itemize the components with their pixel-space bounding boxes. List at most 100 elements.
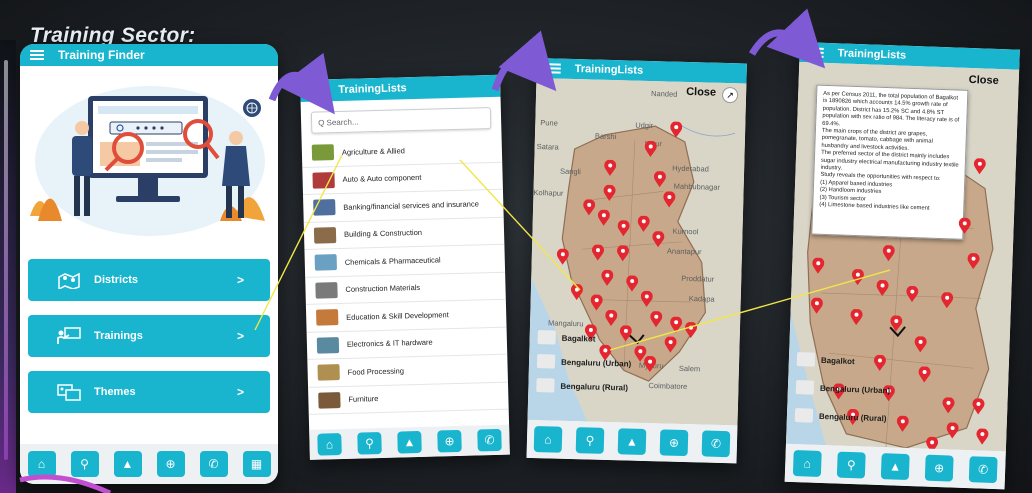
- hamburger-menu-icon[interactable]: [546, 63, 561, 74]
- map-pin-icon[interactable]: [906, 285, 919, 303]
- map-pin-icon[interactable]: [914, 336, 927, 353]
- map-pin-icon[interactable]: [619, 325, 632, 342]
- category-thumbnail-icon: [315, 281, 338, 299]
- map-pin-icon[interactable]: [597, 209, 610, 226]
- grid-icon[interactable]: ▦: [242, 451, 271, 477]
- district-row-bagalkot[interactable]: Bagalkot: [537, 330, 596, 346]
- map-pin-icon[interactable]: [670, 121, 683, 138]
- map-pin-icon[interactable]: [851, 268, 865, 286]
- map-place-label: Kurnool: [672, 226, 699, 237]
- map-pin-icon[interactable]: [684, 321, 697, 339]
- hamburger-menu-icon[interactable]: [809, 47, 824, 58]
- map-pin-icon[interactable]: [583, 199, 596, 216]
- map-pin-icon[interactable]: [616, 245, 629, 262]
- search-icon[interactable]: ⚲: [70, 451, 99, 477]
- search-input[interactable]: Q Search...: [310, 107, 492, 134]
- globe-icon[interactable]: ⊕: [156, 451, 185, 477]
- category-label: Agriculture & Allied: [341, 146, 405, 157]
- map-pin-icon[interactable]: [876, 279, 889, 297]
- map-pin-icon[interactable]: [650, 311, 663, 328]
- category-label: Chemicals & Pharmaceutical: [344, 255, 441, 267]
- map-pin-icon[interactable]: [941, 292, 954, 309]
- category-thumbnail-icon: [311, 144, 335, 161]
- map-pin-icon[interactable]: [942, 397, 955, 414]
- phone-icon[interactable]: ✆: [477, 428, 502, 452]
- district-row-bengaluru-rural[interactable]: Bengaluru (Rural): [536, 378, 628, 394]
- map-pin-icon[interactable]: [882, 245, 895, 262]
- map-pin-icon[interactable]: [644, 140, 657, 158]
- district-row-bagalkot[interactable]: Bagalkot: [796, 352, 855, 368]
- map-pin-icon[interactable]: [591, 244, 604, 261]
- map-pin-icon[interactable]: [556, 248, 569, 265]
- close-button[interactable]: Close: [969, 74, 999, 87]
- search-icon[interactable]: ⚲: [836, 451, 866, 479]
- map-place-label: Coimbatore: [648, 381, 688, 392]
- trainings-button[interactable]: Trainings >: [28, 315, 270, 357]
- bottom-nav-bar: ⌂ ⚲ ▲ ⊕ ✆: [309, 424, 510, 460]
- map-pin-icon[interactable]: [873, 354, 887, 371]
- map-pin-icon[interactable]: [664, 336, 677, 353]
- category-label: Furniture: [348, 394, 379, 405]
- map-pin-icon[interactable]: [850, 308, 863, 326]
- map-pin-icon[interactable]: [653, 171, 666, 188]
- map-pin-icon[interactable]: [590, 294, 603, 311]
- map-pin-icon[interactable]: [644, 355, 657, 373]
- search-icon[interactable]: ⚲: [357, 431, 382, 455]
- map-pin-icon[interactable]: [918, 366, 931, 383]
- map-pin-icon[interactable]: [663, 191, 676, 208]
- globe-icon[interactable]: ⊕: [924, 454, 954, 482]
- map-pin-icon[interactable]: [617, 220, 630, 237]
- category-thumbnail-icon: [312, 171, 335, 189]
- map-pin-icon[interactable]: [605, 309, 618, 327]
- person-icon[interactable]: ▲: [880, 453, 910, 481]
- home-icon[interactable]: ⌂: [533, 426, 563, 453]
- districts-button[interactable]: Districts >: [28, 259, 270, 301]
- themes-button[interactable]: Themes >: [28, 371, 270, 413]
- map-pin-icon[interactable]: [652, 231, 665, 248]
- map-pin-icon[interactable]: [670, 316, 683, 333]
- map-pin-icon[interactable]: [604, 159, 617, 176]
- map-pin-icon[interactable]: [972, 398, 985, 415]
- map-pin-icon[interactable]: [570, 283, 583, 301]
- person-icon[interactable]: ▲: [397, 430, 422, 454]
- district-map[interactable]: Close As per Census 2011, the total popu…: [785, 61, 1020, 452]
- category-item[interactable]: Furniture: [308, 382, 509, 415]
- map-pin-icon[interactable]: [626, 275, 639, 292]
- home-icon[interactable]: ⌂: [27, 451, 56, 477]
- map-pin-icon[interactable]: [637, 215, 650, 232]
- hamburger-menu-icon[interactable]: [30, 50, 44, 60]
- phone-icon[interactable]: ✆: [968, 456, 998, 484]
- hamburger-menu-icon[interactable]: [310, 85, 325, 96]
- district-map[interactable]: Close ↗ NandedUdgirPuneBarshiLaturSatara…: [527, 77, 747, 426]
- map-pin-icon[interactable]: [812, 257, 825, 274]
- search-icon[interactable]: ⚲: [575, 427, 605, 454]
- home-icon[interactable]: ⌂: [317, 433, 342, 456]
- chevron-right-icon: >: [236, 329, 244, 343]
- map-pin-icon[interactable]: [973, 158, 986, 175]
- close-button[interactable]: Close: [686, 86, 716, 99]
- map-pin-icon[interactable]: [640, 290, 653, 307]
- map-pin-icon[interactable]: [958, 217, 971, 234]
- map-pin-icon[interactable]: [890, 315, 903, 332]
- home-icon[interactable]: ⌂: [792, 450, 822, 477]
- map-pin-icon[interactable]: [603, 184, 616, 201]
- training-finder-screen: Training Finder Districts > Trainings > …: [20, 44, 278, 484]
- category-thumbnail-icon: [314, 254, 337, 271]
- map-pin-icon[interactable]: [967, 252, 980, 270]
- globe-icon[interactable]: ⊕: [437, 429, 462, 453]
- map-pin-icon[interactable]: [976, 428, 989, 445]
- district-row-bengaluru-urban[interactable]: Bengaluru (Urban): [536, 354, 632, 370]
- map-pin-icon[interactable]: [810, 297, 824, 314]
- person-icon[interactable]: ▲: [617, 428, 647, 455]
- map-pin-icon[interactable]: [946, 422, 959, 439]
- app-bar-title: Training Finder: [58, 48, 145, 62]
- map-place-label: Satara: [536, 142, 559, 152]
- phone-icon[interactable]: ✆: [701, 430, 731, 458]
- map-pin-icon[interactable]: [896, 415, 909, 432]
- flow-arrow: [491, 30, 557, 92]
- phone-icon[interactable]: ✆: [199, 451, 228, 477]
- person-icon[interactable]: ▲: [113, 451, 142, 477]
- globe-icon[interactable]: ⊕: [659, 429, 689, 457]
- map-pin-icon[interactable]: [601, 269, 614, 286]
- presentation-icon: [56, 326, 82, 346]
